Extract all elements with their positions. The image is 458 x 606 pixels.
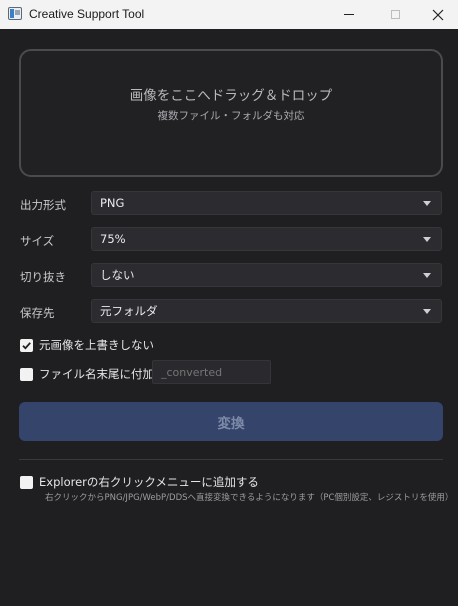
- explorer-menu-checkbox[interactable]: [20, 475, 33, 489]
- chevron-down-icon: [423, 309, 431, 314]
- destination-value: 元フォルダ: [100, 304, 158, 318]
- size-value: 75%: [100, 232, 126, 246]
- app-icon: [8, 7, 22, 20]
- drop-zone[interactable]: 画像をここへドラッグ＆ドロップ 複数ファイル・フォルダも対応: [19, 49, 443, 177]
- drop-zone-title: 画像をここへドラッグ＆ドロップ: [129, 88, 333, 104]
- drop-zone-subtitle: 複数ファイル・フォルダも対応: [157, 110, 305, 122]
- add-suffix-checkbox[interactable]: [20, 367, 33, 381]
- maximize-icon: [390, 10, 400, 19]
- window-title: Creative Support Tool: [29, 7, 145, 21]
- chevron-down-icon: [423, 273, 431, 278]
- explorer-menu-option[interactable]: Explorerの右クリックメニューに追加する: [20, 474, 259, 490]
- size-select[interactable]: 75%: [91, 227, 442, 251]
- close-button[interactable]: [418, 0, 458, 29]
- convert-button[interactable]: 変換: [19, 402, 443, 441]
- no-overwrite-label: 元画像を上書きしない: [39, 338, 154, 352]
- check-icon: [22, 341, 31, 350]
- no-overwrite-checkbox[interactable]: [20, 338, 33, 352]
- crop-value: しない: [100, 268, 135, 282]
- crop-select[interactable]: しない: [91, 263, 442, 287]
- close-icon: [432, 9, 444, 20]
- minimize-icon: [344, 14, 354, 15]
- add-suffix-option[interactable]: ファイル名末尾に付加: [20, 366, 154, 382]
- destination-label: 保存先: [20, 306, 55, 320]
- minimize-button[interactable]: [326, 0, 372, 29]
- chevron-down-icon: [423, 237, 431, 242]
- destination-select[interactable]: 元フォルダ: [91, 299, 442, 323]
- add-suffix-label: ファイル名末尾に付加: [39, 367, 154, 381]
- no-overwrite-option[interactable]: 元画像を上書きしない: [20, 337, 154, 353]
- size-label: サイズ: [20, 234, 55, 248]
- divider: [19, 459, 443, 460]
- format-value: PNG: [100, 196, 125, 210]
- chevron-down-icon: [423, 201, 431, 206]
- explorer-menu-note: 右クリックからPNG/JPG/WebP/DDSへ直接変換できるようになります（P…: [45, 493, 454, 503]
- format-select[interactable]: PNG: [91, 191, 442, 215]
- format-label: 出力形式: [20, 198, 66, 212]
- title-bar: Creative Support Tool: [0, 0, 458, 29]
- maximize-button[interactable]: [372, 0, 418, 29]
- suffix-input[interactable]: [152, 360, 271, 384]
- explorer-menu-label: Explorerの右クリックメニューに追加する: [39, 475, 259, 489]
- crop-label: 切り抜き: [20, 270, 66, 284]
